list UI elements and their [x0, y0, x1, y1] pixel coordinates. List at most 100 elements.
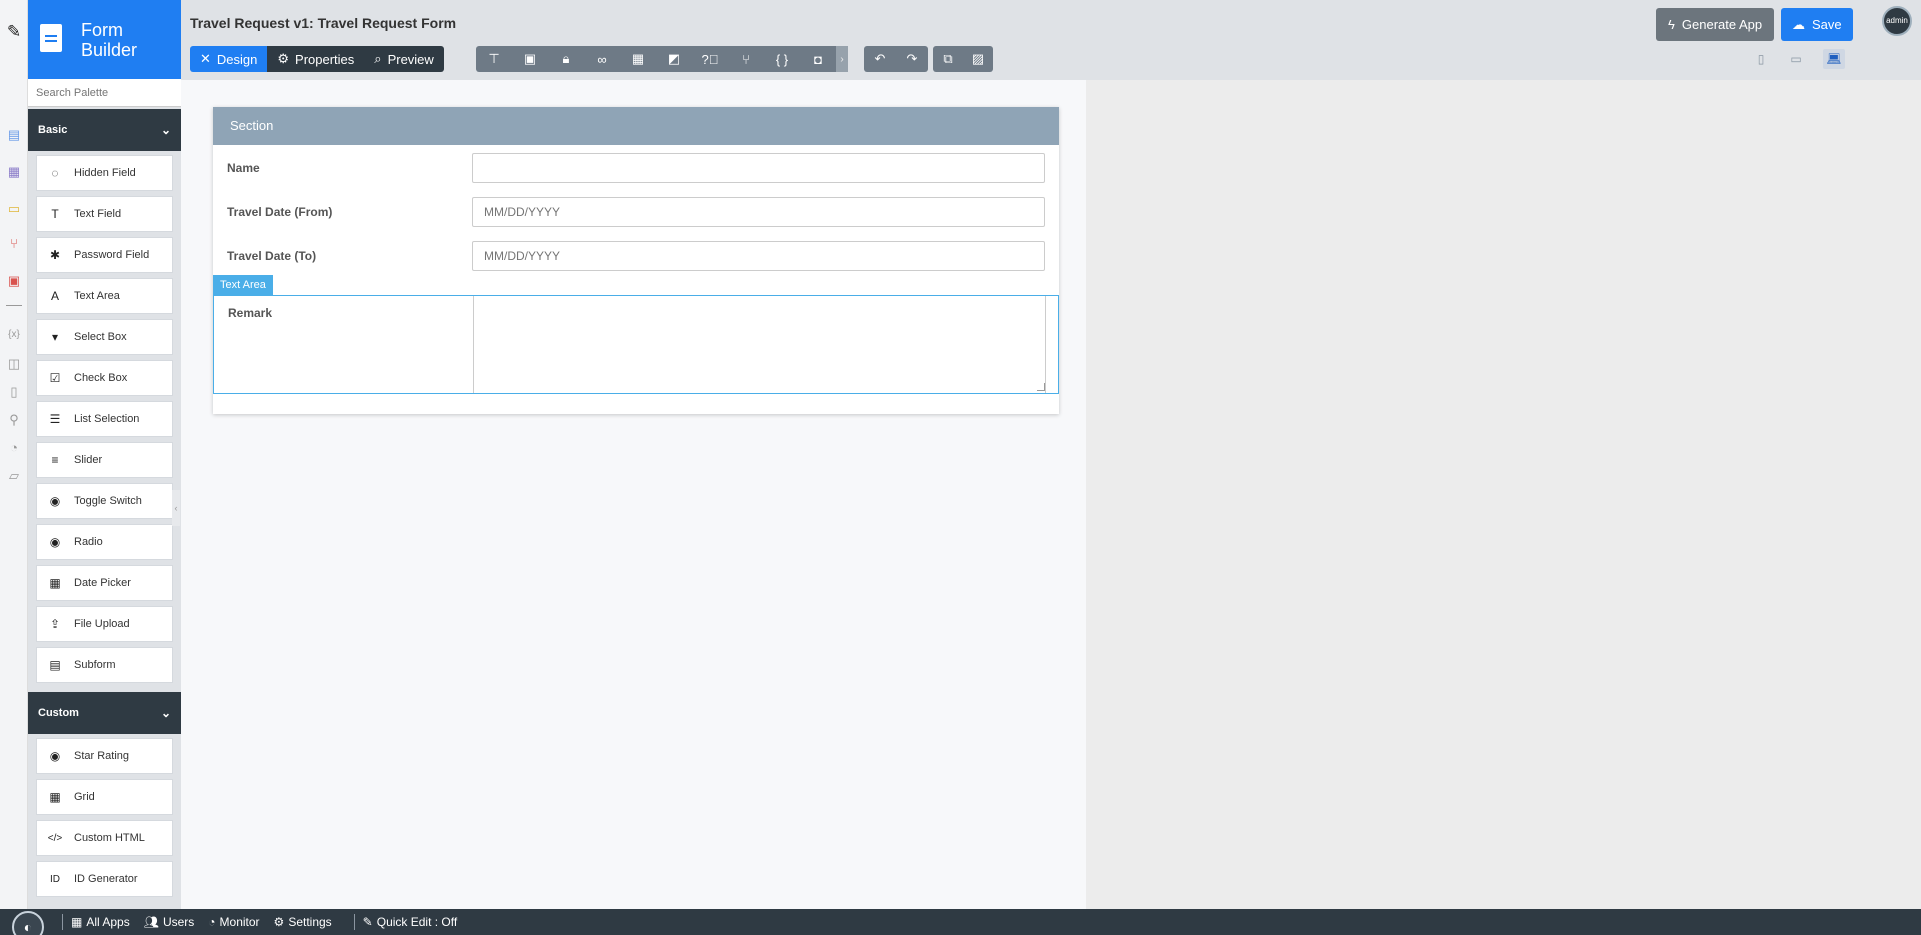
desktop-view-icon[interactable]: 💻︎ [1823, 49, 1845, 69]
platform-logo[interactable]: ◐ [12, 911, 44, 935]
quick-edit-toggle[interactable]: ✎ Quick Edit : Off [363, 915, 458, 929]
monitor-link[interactable]: ◔ Monitor [208, 915, 259, 929]
palette-item-radio[interactable]: ◉ Radio [36, 524, 173, 560]
report-builder-icon[interactable]: ▣ [6, 273, 22, 289]
palette-item-check-box[interactable]: ☑ Check Box [36, 360, 173, 396]
field-row-travel-date-from[interactable]: Travel Date (From) [213, 189, 1059, 227]
variable-icon[interactable]: {x} [6, 327, 22, 343]
monitor-label: Monitor [219, 915, 260, 929]
palette-item-label: Select Box [74, 331, 127, 343]
grid-icon: ▦ [71, 915, 83, 929]
palette-category-basic[interactable]: Basic ⌄ [28, 109, 181, 151]
help-icon[interactable]: ?⃝ [692, 46, 728, 72]
palette-item-label: Hidden Field [74, 167, 136, 179]
brand-title: Form Builder [81, 20, 138, 60]
avatar-label: admin [1886, 16, 1908, 25]
tablet-view-icon[interactable]: ▭ [1785, 49, 1807, 69]
redo-icon[interactable]: ↷ [896, 46, 928, 72]
binoculars-icon[interactable]: ∞ [584, 46, 620, 72]
lock-icon[interactable]: 🔒︎ [548, 46, 584, 72]
palette-item-label: Slider [74, 454, 103, 466]
palette-item-text-field[interactable]: T Text Field [36, 196, 173, 232]
undo-icon[interactable]: ↶ [864, 46, 896, 72]
tab-design[interactable]: ✕ Design [190, 46, 268, 72]
form-builder-icon[interactable]: ▤ [6, 127, 22, 143]
all-apps-link[interactable]: ▦ All Apps [71, 915, 130, 929]
tree-icon[interactable]: ⊤ [476, 46, 512, 72]
palette-item-label: Text Field [74, 208, 122, 220]
translate-icon[interactable]: ◩ [656, 46, 692, 72]
palette-item-label: List Selection [74, 413, 140, 425]
palette-item-select-box[interactable]: ▾ Select Box [36, 319, 173, 355]
palette-item-star-rating[interactable]: ◉ Star Rating [36, 738, 173, 774]
save-label: Save [1812, 17, 1842, 32]
palette-item-subform[interactable]: ▤ Subform [36, 647, 173, 683]
tab-properties[interactable]: ⚙ Properties [267, 46, 365, 72]
datalist-builder-icon[interactable]: ▦ [6, 164, 22, 180]
edit-icon[interactable]: ✎ [6, 23, 22, 40]
notes-icon[interactable]: ▱ [6, 468, 22, 484]
palette-category-custom[interactable]: Custom ⌄ [28, 692, 181, 734]
palette-item-file-upload[interactable]: ⇪ File Upload [36, 606, 173, 642]
braces-icon[interactable]: { } [764, 46, 800, 72]
field-row-travel-date-to[interactable]: Travel Date (To) [213, 233, 1059, 271]
palette-item-custom-html[interactable]: </> Custom HTML [36, 820, 173, 856]
palette-item-list-selection[interactable]: ☰ List Selection [36, 401, 173, 437]
plugin-icon[interactable]: ⚲ [6, 412, 22, 428]
travel-date-to-input[interactable] [472, 241, 1045, 271]
gauge-icon: ◔ [208, 915, 216, 929]
name-input[interactable] [472, 153, 1045, 183]
sliders-icon: ≡ [51, 453, 59, 467]
settings-link[interactable]: ⚙ Settings [274, 915, 332, 929]
field-label: Remark [228, 306, 273, 320]
copy-icon[interactable]: ⧉ [933, 46, 963, 72]
palette-search-input[interactable] [28, 79, 181, 107]
save-button[interactable]: ☁ Save [1781, 8, 1853, 41]
avatar[interactable]: admin [1882, 6, 1912, 36]
palette-panel: Form Builder Basic ⌄ ◌ Hidden Field T Text Fi… [28, 0, 181, 909]
palette-item-hidden-field[interactable]: ◌ Hidden Field [36, 155, 173, 191]
palette-item-password-field[interactable]: ✱ Password Field [36, 237, 173, 273]
check-box-icon: ☑ [49, 371, 61, 385]
userview-builder-icon[interactable]: ▭ [6, 201, 22, 217]
palette-item-id-generator[interactable]: ID ID Generator [36, 861, 173, 897]
collapse-palette-handle[interactable]: ‹ [172, 490, 180, 526]
tab-preview[interactable]: ⌕ Preview [364, 46, 444, 72]
generate-app-button[interactable]: ϟ Generate App [1656, 8, 1775, 41]
palette-item-list: ◌ Hidden Field T Text Field ✱ Password Field A… [28, 151, 181, 690]
radio-icon: ◉ [49, 535, 61, 549]
field-row-remark[interactable]: Remark [213, 295, 1059, 394]
palette-item-toggle-switch[interactable]: ◉ Toggle Switch [36, 483, 173, 519]
camera-icon[interactable]: ◘ [800, 46, 836, 72]
palette-item-date-picker[interactable]: ▦ Date Picker [36, 565, 173, 601]
resource-icon[interactable]: ◫ [6, 356, 22, 372]
users-link[interactable]: 👥︎ Users [144, 915, 195, 929]
section-header[interactable]: Section [213, 107, 1059, 145]
process-builder-icon[interactable]: ⑂ [6, 236, 22, 252]
palette-item-text-area[interactable]: A Text Area [36, 278, 173, 314]
palette-item-grid[interactable]: ▦ Grid [36, 779, 173, 815]
more-tools-icon[interactable]: › [836, 46, 848, 72]
id-icon: ID [50, 873, 60, 885]
generate-app-label: Generate App [1681, 17, 1763, 32]
resize-handle-icon[interactable] [1037, 383, 1045, 391]
pencil-icon: ✎ [362, 915, 373, 929]
travel-date-from-input[interactable] [472, 197, 1045, 227]
calendar-icon: ▦ [49, 576, 61, 590]
form-section[interactable]: Section Name Travel Date (From) Travel D… [213, 107, 1059, 414]
performance-icon[interactable]: ◔ [6, 440, 22, 456]
table-icon[interactable]: ▦ [620, 46, 656, 72]
document-icon[interactable]: ▯ [6, 384, 22, 400]
subform-icon: ▤ [49, 658, 61, 672]
mobile-view-icon[interactable]: ▯ [1750, 49, 1772, 69]
branch-icon[interactable]: ⑂ [728, 46, 764, 72]
palette-item-label: Date Picker [74, 577, 131, 589]
form-icon[interactable]: ▣ [512, 46, 548, 72]
field-label: Travel Date (To) [227, 249, 317, 263]
paste-icon[interactable]: ▨ [963, 46, 993, 72]
field-row-name[interactable]: Name [213, 145, 1059, 183]
palette-item-slider[interactable]: ≡ Slider [36, 442, 173, 478]
remark-textarea[interactable] [473, 296, 1046, 393]
palette-item-list: ◉ Star Rating ▦ Grid </> Custom HTML ID ID Gene… [28, 734, 181, 904]
gears-icon: ⚙ [273, 915, 285, 929]
